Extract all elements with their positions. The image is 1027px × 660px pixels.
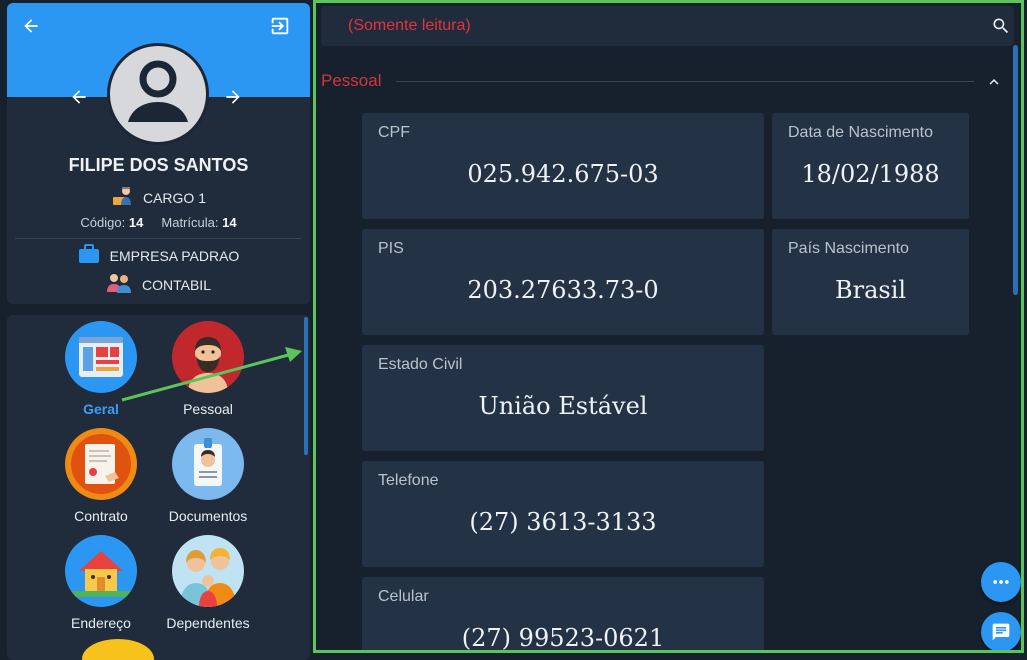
menu-label-pessoal: Pessoal bbox=[183, 401, 233, 417]
left-panel: FILIPE DOS SANTOS CARGO 1 Código: 14 Mat… bbox=[0, 0, 314, 660]
departamento-text: CONTABIL bbox=[142, 276, 211, 293]
field-value: Brasil bbox=[834, 276, 907, 304]
menu-item-contrato[interactable]: Contrato bbox=[46, 428, 156, 524]
field-label: Estado Civil bbox=[378, 356, 463, 373]
worker-icon bbox=[111, 185, 135, 210]
document-layout-icon bbox=[65, 321, 137, 393]
empresa-row: EMPRESA PADRAO bbox=[7, 244, 310, 267]
field-label: PIS bbox=[378, 240, 404, 257]
field-value: (27) 3613-3133 bbox=[469, 508, 657, 536]
field-value: 18/02/1988 bbox=[801, 160, 940, 188]
field-label: País Nascimento bbox=[788, 240, 909, 257]
detail-panel: (Somente leitura) Pessoal CPF 025.942.67… bbox=[313, 0, 1024, 653]
more-options-button[interactable] bbox=[981, 562, 1021, 602]
empresa-text: EMPRESA PADRAO bbox=[109, 247, 240, 264]
menu-item-partial-icon[interactable] bbox=[82, 639, 154, 660]
field-value: União Estável bbox=[478, 392, 648, 420]
search-icon[interactable] bbox=[989, 14, 1013, 38]
bearded-man-icon bbox=[172, 321, 244, 393]
field-value: (27) 99523-0621 bbox=[461, 624, 665, 652]
house-icon bbox=[65, 535, 137, 607]
menu-label-dependentes: Dependentes bbox=[166, 615, 250, 631]
menu-label-geral: Geral bbox=[83, 401, 119, 417]
section-divider bbox=[396, 81, 974, 82]
menu-item-endereco[interactable]: Endereço bbox=[46, 535, 156, 631]
codigo-label: Código: bbox=[80, 215, 126, 230]
id-badge-icon bbox=[172, 428, 244, 500]
team-icon bbox=[106, 272, 132, 297]
contract-icon bbox=[65, 428, 137, 500]
detail-scrollbar[interactable] bbox=[1013, 45, 1018, 295]
briefcase-icon bbox=[78, 244, 100, 267]
field-data-nascimento: Data de Nascimento 18/02/1988 bbox=[772, 113, 969, 219]
field-value: 203.27633.73-0 bbox=[467, 276, 659, 304]
cargo-row: CARGO 1 bbox=[7, 185, 310, 210]
menu-item-dependentes[interactable]: Dependentes bbox=[153, 535, 263, 631]
menu-label-contrato: Contrato bbox=[74, 508, 128, 524]
field-value: 025.942.675-03 bbox=[467, 160, 659, 188]
chat-button[interactable] bbox=[981, 612, 1021, 650]
field-label: Celular bbox=[378, 588, 429, 605]
profile-divider bbox=[15, 238, 301, 239]
previous-employee-arrow-icon[interactable] bbox=[68, 86, 90, 108]
field-cpf: CPF 025.942.675-03 bbox=[362, 113, 764, 219]
field-label: Telefone bbox=[378, 472, 439, 489]
avatar bbox=[107, 43, 209, 145]
chat-icon bbox=[992, 623, 1010, 641]
menu-label-documentos: Documentos bbox=[168, 508, 248, 524]
menu-item-documentos[interactable]: Documentos bbox=[153, 428, 263, 524]
next-employee-arrow-icon[interactable] bbox=[222, 86, 244, 108]
matricula-value: 14 bbox=[222, 215, 237, 230]
codigo-value: 14 bbox=[128, 215, 144, 230]
cargo-text: CARGO 1 bbox=[142, 189, 206, 206]
employee-name: FILIPE DOS SANTOS bbox=[68, 155, 249, 175]
codes-row: Código: 14 Matrícula: 14 bbox=[7, 215, 310, 230]
more-horizontal-icon bbox=[993, 580, 1009, 584]
field-celular: Celular (27) 99523-0621 bbox=[362, 577, 764, 652]
field-label: CPF bbox=[378, 124, 410, 141]
detail-topbar: (Somente leitura) bbox=[321, 6, 1014, 46]
field-telefone: Telefone (27) 3613-3133 bbox=[362, 461, 764, 567]
menu-label-endereco: Endereço bbox=[71, 615, 131, 631]
menu-scrollbar[interactable] bbox=[304, 317, 308, 455]
back-arrow-icon[interactable] bbox=[20, 15, 42, 37]
matricula-label: Matrícula: bbox=[161, 215, 219, 230]
menu-item-geral[interactable]: Geral bbox=[46, 321, 156, 417]
departamento-row: CONTABIL bbox=[7, 272, 310, 297]
profile-card: FILIPE DOS SANTOS CARGO 1 Código: 14 Mat… bbox=[7, 3, 310, 304]
field-label: Data de Nascimento bbox=[788, 124, 933, 141]
field-estado-civil: Estado Civil União Estável bbox=[362, 345, 764, 451]
readonly-label: (Somente leitura) bbox=[348, 17, 471, 34]
section-title-pessoal: Pessoal bbox=[321, 71, 382, 90]
user-placeholder-icon bbox=[128, 60, 188, 122]
field-pis: PIS 203.27633.73-0 bbox=[362, 229, 764, 335]
family-icon bbox=[172, 535, 244, 607]
menu-item-pessoal[interactable]: Pessoal bbox=[153, 321, 263, 417]
field-pais-nascimento: País Nascimento Brasil bbox=[772, 229, 969, 335]
chevron-up-icon[interactable] bbox=[984, 72, 1004, 92]
menu-card: Geral Pessoal Contrato Documentos Endere… bbox=[7, 315, 310, 660]
logout-icon[interactable] bbox=[269, 15, 291, 37]
